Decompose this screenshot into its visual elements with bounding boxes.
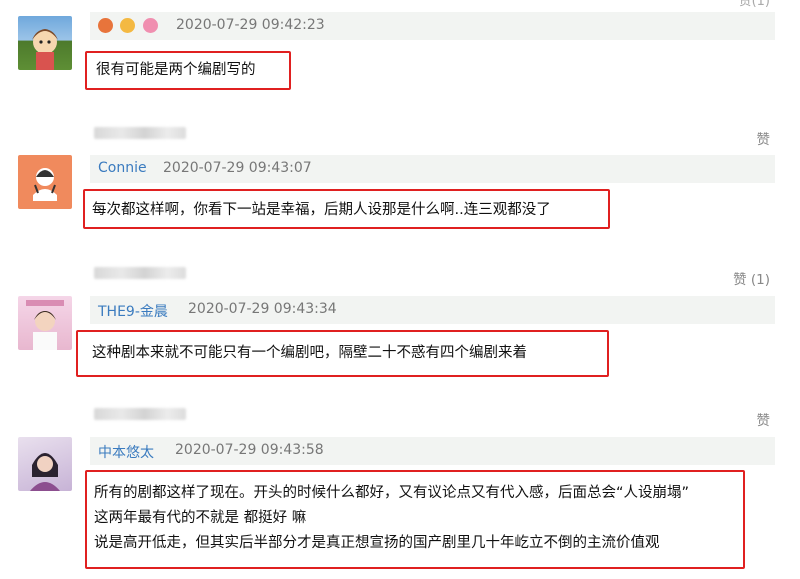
avatar[interactable] (18, 155, 72, 209)
username[interactable]: THE9-金晨 (98, 301, 168, 321)
blurred-reply (94, 408, 186, 420)
username[interactable]: Connie (98, 160, 147, 176)
partial-like-count: 赞(1) (738, 0, 770, 9)
comment-time: 2020-07-29 09:43:34 (188, 301, 337, 317)
avatar[interactable] (18, 16, 72, 70)
flower-emoji (142, 18, 158, 33)
like-button[interactable]: 赞 (757, 409, 771, 429)
like-button[interactable]: 赞 (757, 128, 771, 148)
avatar-image (32, 29, 58, 70)
peach-emoji (98, 18, 113, 33)
comment-meta-bar: 2020-07-29 09:42:23 (90, 12, 775, 40)
like-button[interactable]: 赞 (1) (733, 268, 770, 288)
highlight-box (85, 470, 745, 569)
avatar[interactable] (18, 437, 72, 491)
avatar-image (30, 453, 60, 491)
blurred-reply (94, 267, 186, 279)
comment-time: 2020-07-29 09:43:58 (175, 442, 324, 458)
username[interactable]: 中本悠太 (98, 442, 154, 462)
username-emojis[interactable] (98, 18, 161, 35)
comment-time: 2020-07-29 09:42:23 (176, 17, 325, 33)
highlight-box (76, 330, 609, 377)
blurred-reply (94, 127, 186, 139)
comment-meta-bar: Connie 2020-07-29 09:43:07 (90, 155, 775, 183)
avatar-image (26, 300, 64, 350)
comment-meta-bar: THE9-金晨 2020-07-29 09:43:34 (90, 296, 775, 324)
avatar[interactable] (18, 296, 72, 350)
cat-emoji (120, 18, 136, 33)
comment-meta-bar: 中本悠太 2020-07-29 09:43:58 (90, 437, 775, 465)
comment-time: 2020-07-29 09:43:07 (163, 160, 312, 176)
highlight-box (85, 51, 291, 90)
avatar-image (33, 168, 57, 201)
highlight-box (83, 189, 610, 229)
